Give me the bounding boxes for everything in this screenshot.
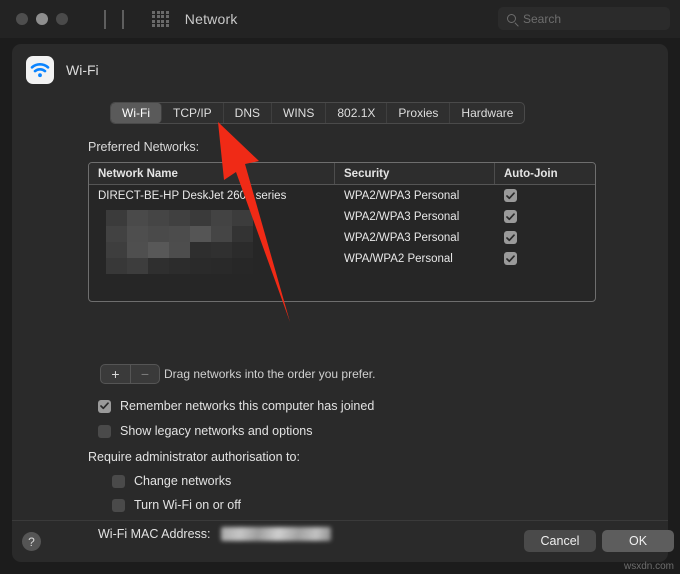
navigation-arrows	[104, 10, 124, 29]
watermark: wsxdn.com	[623, 561, 674, 572]
auto-join-checkbox[interactable]	[504, 210, 517, 223]
search-icon	[507, 14, 516, 23]
cell-security: WPA2/WPA3 Personal	[344, 231, 460, 244]
remember-networks-label: Remember networks this computer has join…	[120, 399, 375, 413]
column-header-auto-join[interactable]: Auto-Join	[495, 163, 595, 184]
remember-networks-option[interactable]: Remember networks this computer has join…	[98, 399, 374, 413]
drag-hint-text: Drag networks into the order you prefer.	[164, 367, 376, 381]
cell-security: WPA2/WPA3 Personal	[344, 210, 460, 223]
show-all-grid-icon[interactable]	[152, 10, 169, 28]
column-header-network-name[interactable]: Network Name	[89, 163, 335, 184]
table-row[interactable]: DIRECT-BE-HP DeskJet 2600 series WPA2/WP…	[89, 185, 595, 206]
settings-tab-bar: Wi-Fi TCP/IP DNS WINS 802.1X Proxies Har…	[110, 102, 526, 124]
cell-security: WPA/WPA2 Personal	[344, 252, 453, 265]
service-header: Wi-Fi	[26, 56, 99, 84]
cell-auto-join	[495, 189, 595, 202]
search-placeholder: Search	[523, 11, 562, 26]
tab-hardware[interactable]: Hardware	[450, 103, 524, 123]
service-name: Wi-Fi	[66, 62, 99, 78]
show-legacy-option[interactable]: Show legacy networks and options	[98, 424, 312, 438]
traffic-lights	[16, 13, 68, 25]
page-title: Network	[184, 11, 238, 27]
cell-auto-join	[495, 252, 595, 265]
ok-button[interactable]: OK	[602, 530, 674, 552]
add-network-button[interactable]: +	[101, 365, 130, 383]
turn-wifi-label: Turn Wi-Fi on or off	[134, 498, 241, 512]
remove-network-button[interactable]: −	[130, 365, 159, 383]
cancel-button[interactable]: Cancel	[524, 530, 596, 552]
column-header-security[interactable]: Security	[335, 163, 495, 184]
change-networks-checkbox[interactable]	[112, 474, 125, 488]
tab-proxies[interactable]: Proxies	[387, 103, 451, 123]
cell-security: WPA2/WPA3 Personal	[344, 189, 460, 202]
show-legacy-label: Show legacy networks and options	[120, 424, 313, 438]
cell-network-name: DIRECT-BE-HP DeskJet 2600 series	[98, 189, 287, 202]
network-preferences-window: Network Search Wi-Fi Wi-Fi TCP/IP DNS WI…	[0, 0, 680, 574]
redacted-network-names	[98, 210, 253, 274]
wifi-icon	[26, 56, 54, 84]
turn-wifi-checkbox[interactable]	[112, 498, 125, 512]
mac-address-value-redacted	[220, 527, 331, 541]
minimize-button[interactable]	[36, 13, 48, 25]
tab-dns[interactable]: DNS	[224, 103, 272, 123]
mac-address-row: Wi-Fi MAC Address:	[98, 527, 331, 541]
cell-auto-join	[495, 231, 595, 244]
help-button[interactable]: ?	[22, 532, 41, 551]
tab-wifi[interactable]: Wi-Fi	[111, 103, 162, 123]
auto-join-checkbox[interactable]	[504, 189, 517, 202]
tab-wins[interactable]: WINS	[272, 103, 327, 123]
close-button[interactable]	[16, 13, 28, 25]
mac-address-label: Wi-Fi MAC Address:	[98, 527, 211, 541]
back-button[interactable]	[104, 10, 106, 29]
footer-divider	[12, 520, 668, 521]
chevron-left-icon	[104, 10, 106, 29]
forward-button[interactable]	[122, 10, 124, 29]
window-titlebar: Network Search	[0, 0, 680, 38]
auto-join-checkbox[interactable]	[504, 252, 517, 265]
network-list-controls: + −	[100, 364, 160, 384]
table-header-row: Network Name Security Auto-Join	[89, 163, 595, 185]
change-networks-label: Change networks	[134, 474, 232, 488]
search-field[interactable]: Search	[498, 7, 670, 30]
preferred-networks-table[interactable]: Network Name Security Auto-Join DIRECT-B…	[88, 162, 596, 302]
tab-8021x[interactable]: 802.1X	[326, 103, 388, 123]
zoom-button[interactable]	[56, 13, 68, 25]
cell-auto-join	[495, 210, 595, 223]
chevron-right-icon	[122, 10, 124, 29]
preferred-networks-label: Preferred Networks:	[88, 140, 200, 154]
auto-join-checkbox[interactable]	[504, 231, 517, 244]
require-admin-label: Require administrator authorisation to:	[88, 450, 300, 464]
tab-tcpip[interactable]: TCP/IP	[162, 103, 224, 123]
wifi-settings-sheet: Wi-Fi Wi-Fi TCP/IP DNS WINS 802.1X Proxi…	[12, 44, 668, 562]
turn-wifi-option[interactable]: Turn Wi-Fi on or off	[112, 498, 241, 512]
change-networks-option[interactable]: Change networks	[112, 474, 231, 488]
show-legacy-checkbox[interactable]	[98, 424, 111, 438]
remember-networks-checkbox[interactable]	[98, 399, 111, 413]
